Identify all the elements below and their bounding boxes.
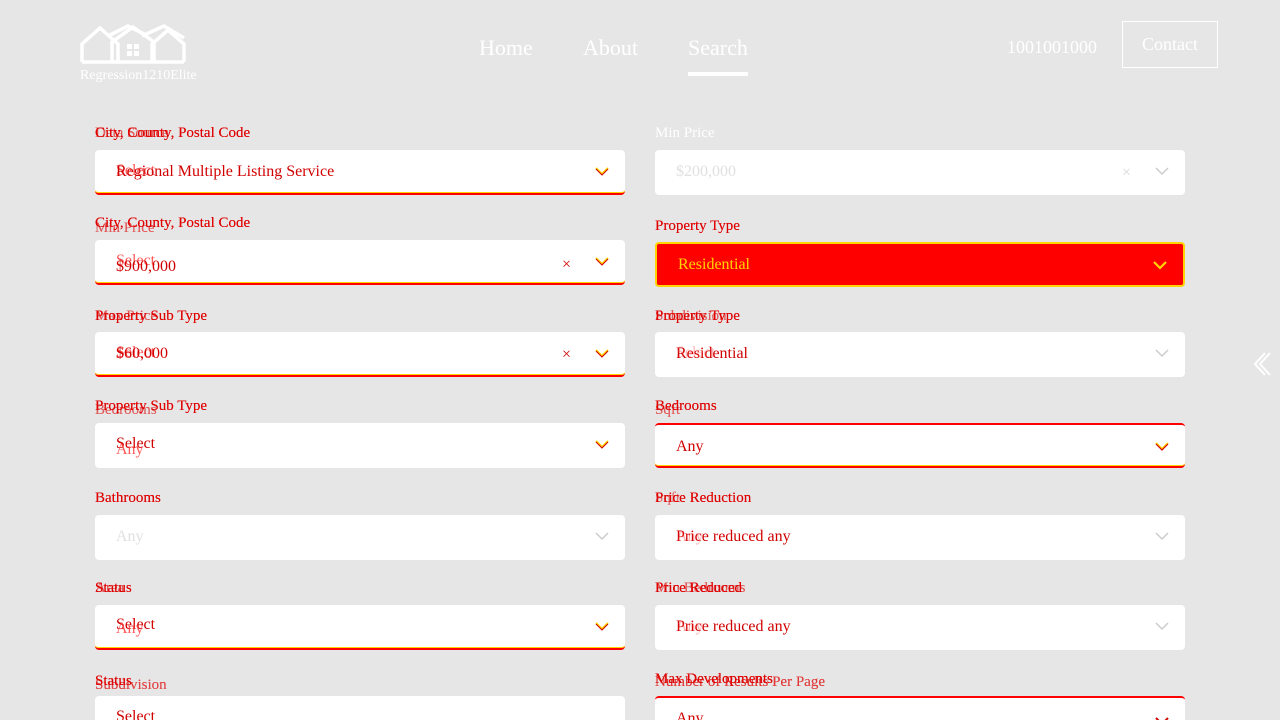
min-price-right-select[interactable]: $200,000 × [655, 150, 1185, 195]
field-label: Bathrooms [95, 490, 161, 506]
select-value: Regional Multiple Listing Service [116, 163, 335, 180]
nav-home[interactable]: Home [479, 34, 533, 62]
select-value: Residential [678, 256, 750, 273]
select-value-overlap: Select [676, 344, 716, 361]
bedrooms-select[interactable]: Select Any [95, 423, 625, 468]
contact-button[interactable]: Contact [1122, 21, 1218, 68]
chevron-down-icon [595, 622, 609, 631]
field-label-overlap: Max Price [95, 308, 158, 324]
results-per-page-select[interactable]: Any [655, 696, 1185, 720]
chevron-down-icon [1153, 261, 1167, 270]
chevron-down-icon [1155, 167, 1169, 176]
nav-search[interactable]: Search [688, 34, 748, 76]
residential-type-select[interactable]: Residential Select [655, 332, 1185, 377]
max-price-select[interactable]: Select $60,000 × [95, 332, 625, 377]
bedrooms-right-select[interactable]: Any [655, 423, 1185, 468]
field-label-overlap: Min Price [95, 220, 155, 236]
nav-about[interactable]: About [583, 34, 638, 62]
phone-number[interactable]: 1001001000 [1007, 37, 1097, 58]
field-label-overlap: Sqft [655, 402, 681, 418]
select-value: Any [676, 438, 704, 455]
select-value: $900,000 [116, 258, 176, 275]
chevron-down-icon [1155, 622, 1169, 631]
chevron-down-icon [595, 532, 609, 541]
select-value: $60,000 [116, 345, 168, 362]
select-value-overlap: Any [676, 528, 704, 545]
chevron-down-icon [1155, 349, 1169, 358]
select-value-overlap: Any [116, 620, 144, 637]
chevron-down-icon [595, 167, 609, 176]
chevron-down-icon [595, 257, 609, 266]
field-label-overlap: Area [95, 580, 125, 596]
clear-icon[interactable]: × [1122, 164, 1131, 182]
field-label-overlap: Min Bedrooms [655, 580, 746, 596]
area-select[interactable]: Select Any [95, 605, 625, 650]
page: Regression1210Elite Home About Search 10… [0, 0, 1280, 720]
chevron-left-icon[interactable] [1251, 350, 1271, 378]
clear-icon[interactable]: × [562, 256, 571, 274]
select-value: Any [676, 710, 704, 720]
field-label: Property Type [655, 218, 740, 234]
select-value: $200,000 [676, 163, 736, 180]
field-label-overlap: Sqft [655, 490, 681, 506]
select-value: Any [116, 528, 144, 545]
status-select[interactable]: Select [95, 696, 625, 720]
select-value-overlap: Any [116, 441, 144, 458]
chevron-down-icon [1155, 532, 1169, 541]
field-label: Number of Results Per Page [655, 674, 825, 690]
price-reduced-select[interactable]: Price reduced any Any [655, 605, 1185, 650]
select-value-overlap: Any [676, 618, 704, 635]
field-label-overlap: Data Source [95, 125, 169, 141]
field-label-overlap: Subdivision [655, 308, 727, 324]
clear-icon[interactable]: × [562, 346, 571, 364]
select-value: Select [116, 708, 156, 720]
chevron-down-icon [1155, 442, 1169, 451]
data-source-select[interactable]: Select Regional Multiple Listing Service [95, 150, 625, 195]
chevron-down-icon [595, 440, 609, 449]
property-type-select[interactable]: Residential [655, 242, 1185, 287]
min-price-select[interactable]: Select $900,000 × [95, 240, 625, 285]
price-reduction-select[interactable]: Price reduced any Any [655, 515, 1185, 560]
bathrooms-select[interactable]: Any [95, 515, 625, 560]
field-label: Min Price [655, 125, 715, 141]
field-label: Subdivision [95, 677, 167, 693]
chevron-down-icon [1155, 717, 1169, 720]
field-label-overlap: Bedrooms [95, 402, 157, 418]
chevron-down-icon [595, 349, 609, 358]
